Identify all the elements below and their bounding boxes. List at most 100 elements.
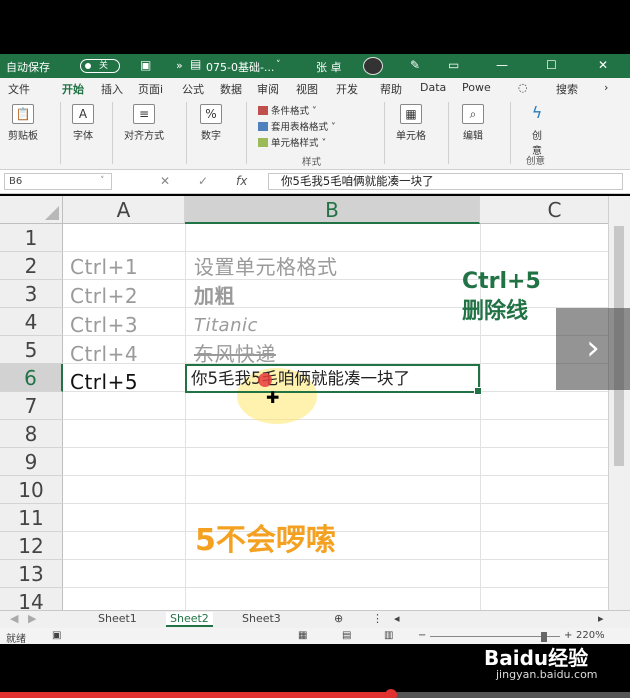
clipboard-button[interactable]: 📋 剪贴板: [8, 104, 38, 142]
title-bar: 自动保存 关 ▣ » ▤ 075-0基础-... ˅ 张 卓 ✎ ▭ — ☐ ✕: [0, 54, 630, 78]
row-header-1[interactable]: 1: [0, 224, 63, 252]
row-header-2[interactable]: 2: [0, 252, 63, 280]
conditional-format-button[interactable]: 条件格式 ˅: [258, 103, 317, 117]
cell-cursor-icon: ✚: [266, 388, 280, 407]
minimize-icon[interactable]: —: [496, 58, 508, 72]
row-header-12[interactable]: 12: [0, 532, 63, 560]
search-tab[interactable]: 搜索: [556, 81, 578, 97]
ribbon-display-icon[interactable]: ▭: [448, 58, 459, 72]
editing-button[interactable]: ⌕ 编辑: [462, 104, 484, 142]
cell-style-icon: [258, 138, 268, 147]
baidu-watermark: Bai⁠du经验: [484, 646, 589, 670]
row-header-5[interactable]: 5: [0, 336, 63, 364]
name-box[interactable]: B6: [4, 173, 112, 190]
number-label: 数字: [201, 131, 221, 142]
create-button[interactable]: ϟ 创 意: [526, 104, 548, 158]
cell-a4[interactable]: Ctrl+3: [70, 311, 138, 339]
gridline: [63, 559, 608, 560]
row-header-7[interactable]: 7: [0, 392, 63, 420]
gridline: [63, 335, 608, 336]
sheet-tab-3[interactable]: Sheet3: [242, 612, 281, 625]
add-sheet-icon[interactable]: ⊕: [334, 612, 343, 625]
cell-style-button[interactable]: 单元格样式 ˅: [258, 135, 326, 149]
row-header-10[interactable]: 10: [0, 476, 63, 504]
divider: [186, 102, 187, 164]
formula-input[interactable]: 你5毛我5毛咱俩就能凑一块了: [268, 173, 623, 190]
alignment-button[interactable]: ≡ 对齐方式: [124, 104, 164, 142]
expand-icon[interactable]: »: [176, 59, 183, 72]
cell-b2[interactable]: 设置单元格格式: [194, 253, 338, 281]
click-indicator: [258, 373, 272, 387]
video-progress-bar[interactable]: [0, 689, 630, 698]
tab-data-addin[interactable]: Data: [420, 81, 446, 94]
number-button[interactable]: % 数字: [200, 104, 222, 142]
video-progress-handle[interactable]: [384, 689, 397, 698]
cells-button[interactable]: ▦ 单元格: [396, 104, 426, 142]
tab-view[interactable]: 视图: [296, 81, 318, 97]
avatar[interactable]: [363, 57, 383, 75]
macro-record-icon[interactable]: ▣: [52, 630, 61, 641]
hscroll-left-icon[interactable]: ◂: [394, 612, 400, 625]
row-header-6[interactable]: 6: [0, 364, 63, 392]
table-format-icon: [258, 122, 268, 131]
scroll-right-icon[interactable]: ▶: [28, 612, 36, 625]
sheet-tab-2[interactable]: Sheet2: [166, 612, 213, 627]
column-header-b[interactable]: B: [185, 196, 480, 224]
row-header-9[interactable]: 9: [0, 448, 63, 476]
pen-icon[interactable]: ✎: [410, 58, 420, 72]
cancel-icon[interactable]: ✕: [160, 174, 170, 188]
tab-review[interactable]: 审阅: [257, 81, 279, 97]
ribbon-collapse-icon[interactable]: ›: [604, 81, 608, 94]
hscroll-right-icon[interactable]: ▸: [598, 612, 604, 625]
sheet-tab-1[interactable]: Sheet1: [98, 612, 137, 625]
save-icon[interactable]: ▣: [140, 58, 151, 72]
select-all-button[interactable]: [0, 196, 63, 224]
vertical-scrollbar[interactable]: [608, 196, 630, 610]
row-header-3[interactable]: 3: [0, 280, 63, 308]
autosave-toggle[interactable]: 关: [80, 59, 120, 73]
confirm-icon[interactable]: ✓: [198, 174, 208, 188]
tab-help[interactable]: 帮助: [380, 81, 402, 97]
row-header-13[interactable]: 13: [0, 560, 63, 588]
scroll-left-icon[interactable]: ◀: [10, 612, 18, 625]
more-icon[interactable]: ⋮: [372, 612, 383, 625]
table-format-button[interactable]: 套用表格格式 ˅: [258, 119, 336, 133]
tab-developer[interactable]: 开发⁠: [336, 81, 358, 97]
row-header-4[interactable]: 4: [0, 308, 63, 336]
row-header-8[interactable]: 8: [0, 420, 63, 448]
zoom-out-icon[interactable]: −: [418, 630, 426, 641]
cell-b4[interactable]: Titanic: [194, 312, 258, 340]
chevron-down-icon[interactable]: ˅: [276, 60, 281, 70]
cell-b6[interactable]: 你5毛我5毛咱俩就能凑一块了: [191, 367, 410, 391]
maximize-icon[interactable]: ☐: [546, 58, 557, 72]
column-header-a[interactable]: A: [63, 196, 185, 224]
tab-data[interactable]: 数据: [220, 81, 242, 97]
ribbon: 📋 剪贴板 A 字体 ≡ 对齐方式 % 数字 条件格式 ˅ 套用表格格式 ˅ 单…: [0, 98, 630, 170]
font-button[interactable]: A 字体: [72, 104, 94, 142]
cell-a5[interactable]: Ctrl+4: [70, 340, 138, 368]
zoom-level[interactable]: 220%: [576, 630, 605, 641]
tab-page-layout[interactable]: 页面⁠i: [138, 81, 163, 97]
tab-file[interactable]: 文件: [8, 81, 30, 97]
next-arrow-button[interactable]: ›: [556, 308, 630, 390]
cell-a2[interactable]: Ctrl+1: [70, 253, 138, 281]
zoom-in-icon[interactable]: +: [564, 630, 572, 641]
page-break-icon[interactable]: ▥: [384, 630, 393, 641]
chevron-down-icon[interactable]: ˅: [100, 176, 105, 186]
normal-view-icon[interactable]: ▦: [298, 630, 307, 641]
tab-formulas[interactable]: 公式: [182, 81, 204, 97]
cell-a3[interactable]: Ctrl+2: [70, 282, 138, 310]
row-header-11[interactable]: 11: [0, 504, 63, 532]
percent-icon: %: [200, 104, 222, 124]
tab-power[interactable]: Powe: [462, 81, 491, 94]
page-layout-icon[interactable]: ▤: [342, 630, 351, 641]
zoom-slider-handle[interactable]: [541, 632, 547, 642]
close-icon[interactable]: ✕: [598, 58, 608, 72]
gridline: [63, 251, 608, 252]
cell-b3[interactable]: 加粗: [194, 282, 235, 310]
annotation-shortcut: Ctrl+5: [462, 269, 541, 294]
insert-function-button[interactable]: fx: [236, 174, 247, 188]
font-icon: A: [72, 104, 94, 124]
cell-a6[interactable]: Ctrl+5: [70, 368, 138, 396]
tab-insert[interactable]: 插入: [101, 81, 123, 97]
